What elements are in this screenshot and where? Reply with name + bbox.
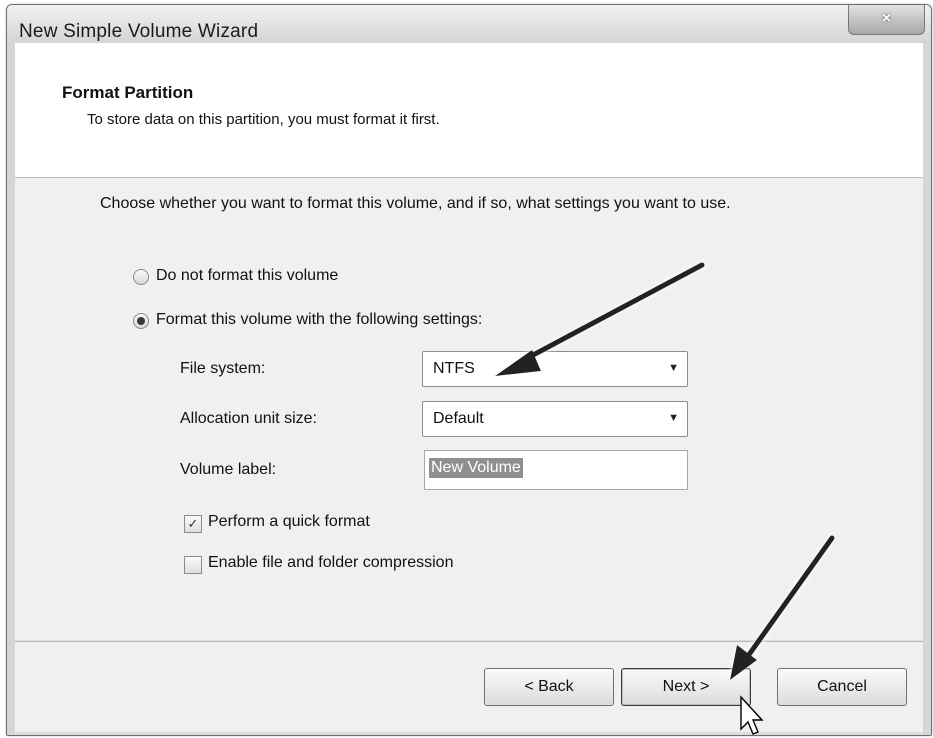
window-frame-left xyxy=(7,43,15,735)
back-button[interactable]: < Back xyxy=(484,668,614,706)
radio-do-not-format-label[interactable]: Do not format this volume xyxy=(156,267,338,285)
quick-format-checkbox[interactable]: ✓ xyxy=(184,515,202,533)
file-system-value: NTFS xyxy=(433,360,475,377)
instruction-text: Choose whether you want to format this v… xyxy=(100,195,731,212)
window-frame-right xyxy=(923,43,931,735)
wizard-footer: < Back Next > Cancel xyxy=(15,641,923,732)
allocation-unit-size-label: Allocation unit size: xyxy=(180,410,317,427)
compression-label[interactable]: Enable file and folder compression xyxy=(208,554,453,572)
close-button[interactable]: × xyxy=(848,5,925,35)
cancel-button[interactable]: Cancel xyxy=(777,668,907,706)
wizard-window: New Simple Volume Wizard × Format Partit… xyxy=(6,4,932,736)
next-button[interactable]: Next > xyxy=(621,668,751,706)
wizard-content: Choose whether you want to format this v… xyxy=(15,178,923,640)
quick-format-label[interactable]: Perform a quick format xyxy=(208,513,370,531)
radio-format-volume-label[interactable]: Format this volume with the following se… xyxy=(156,311,482,329)
checkmark-icon: ✓ xyxy=(187,516,199,531)
file-system-select[interactable]: NTFS ▼ xyxy=(422,351,688,387)
page-title: Format Partition xyxy=(62,83,194,102)
volume-label-value: New Volume xyxy=(429,458,523,478)
window-title: New Simple Volume Wizard xyxy=(19,21,259,42)
radio-format-volume[interactable] xyxy=(133,313,149,329)
compression-checkbox[interactable] xyxy=(184,556,202,574)
volume-label-label: Volume label: xyxy=(180,461,277,478)
wizard-header: Format Partition To store data on this p… xyxy=(15,43,923,178)
file-system-label: File system: xyxy=(180,360,266,377)
chevron-down-icon: ▼ xyxy=(668,412,679,424)
radio-do-not-format[interactable] xyxy=(133,269,149,285)
close-icon: × xyxy=(881,10,892,27)
page-subtitle: To store data on this partition, you mus… xyxy=(87,111,440,128)
volume-label-input[interactable]: New Volume xyxy=(424,450,688,490)
title-bar: New Simple Volume Wizard × xyxy=(7,5,931,43)
chevron-down-icon: ▼ xyxy=(668,362,679,374)
allocation-unit-size-value: Default xyxy=(433,410,484,427)
allocation-unit-size-select[interactable]: Default ▼ xyxy=(422,401,688,437)
